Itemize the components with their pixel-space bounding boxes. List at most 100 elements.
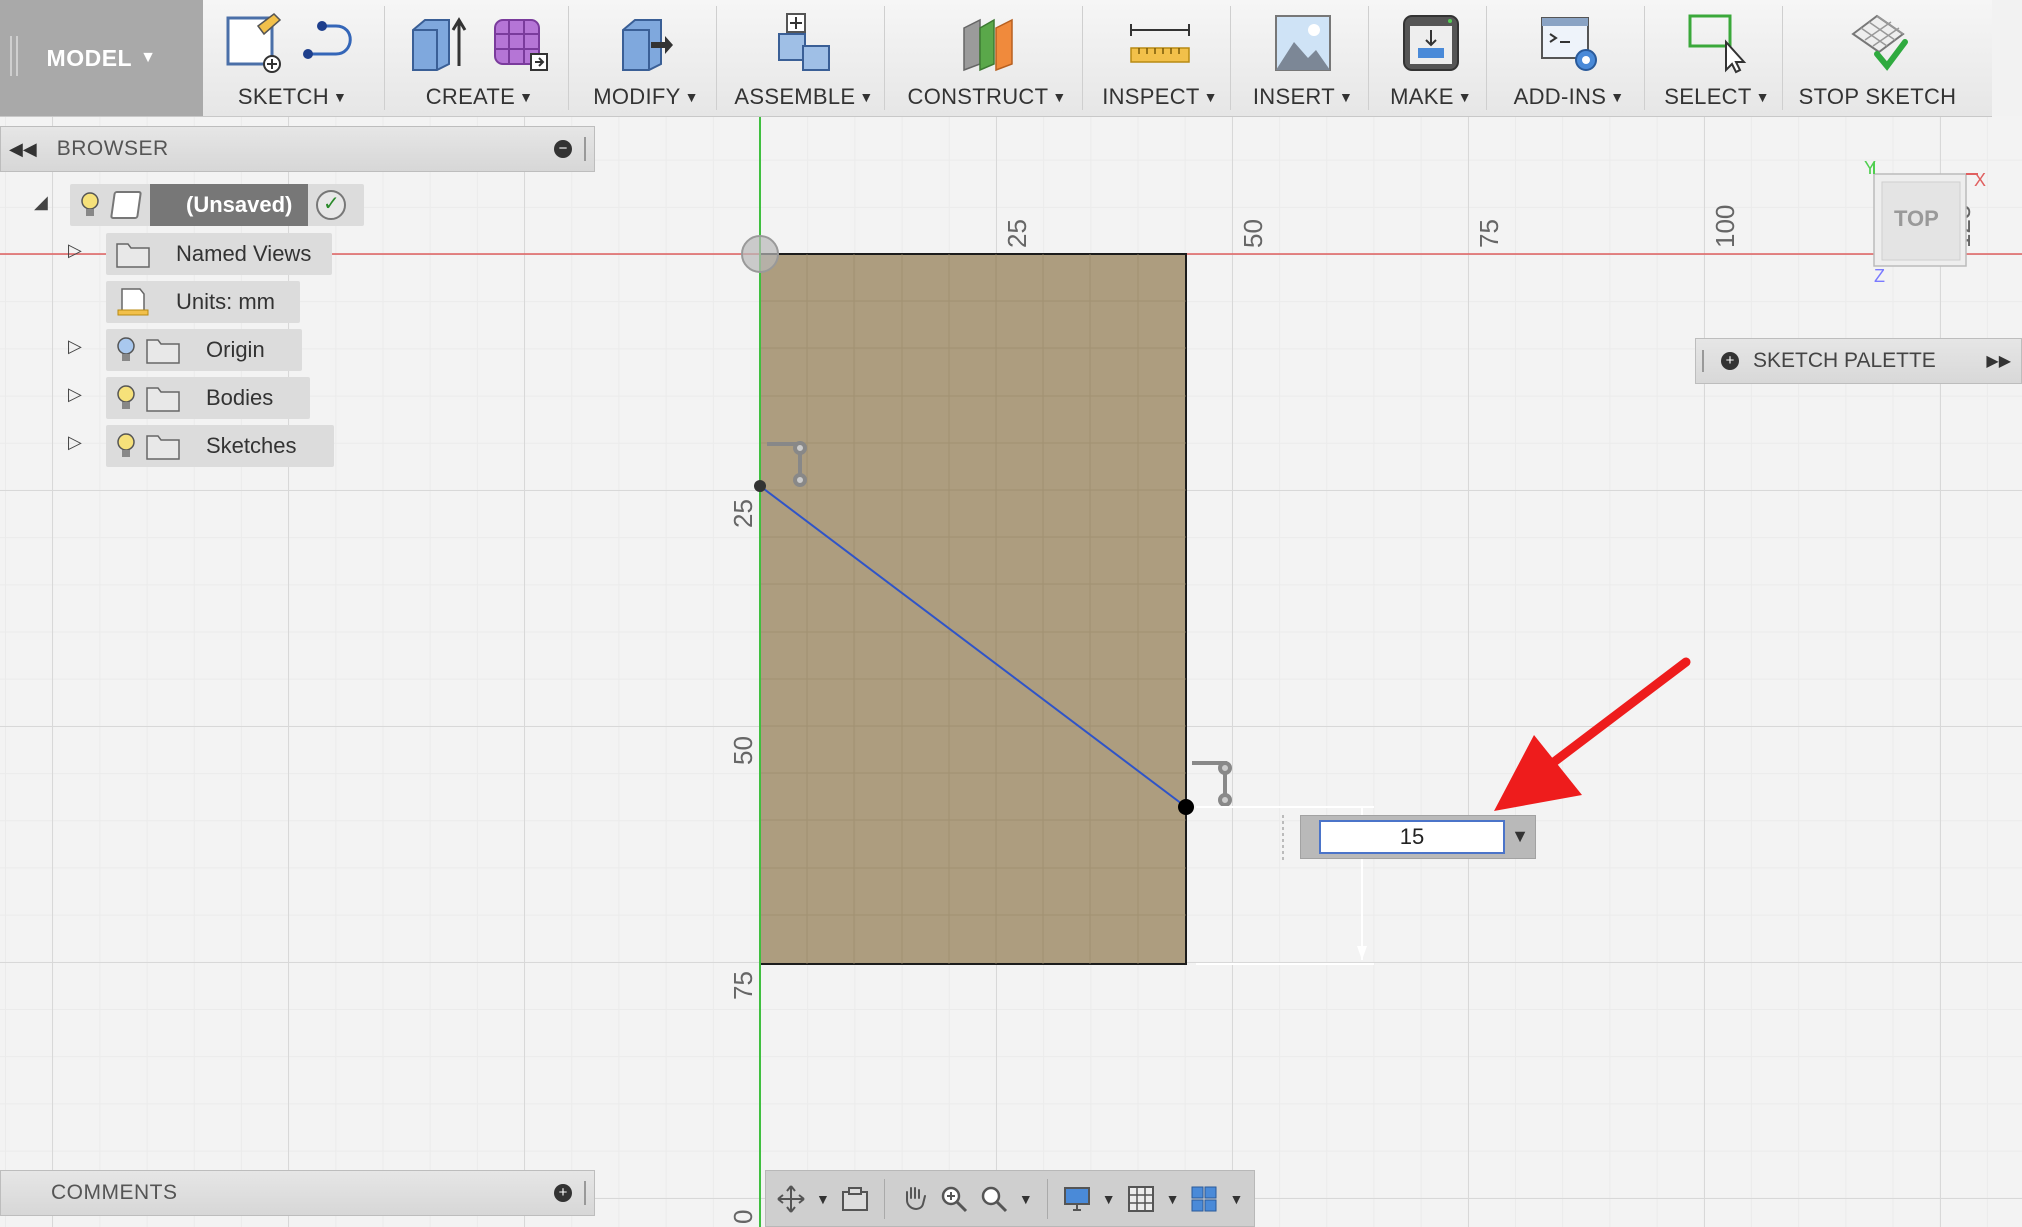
browser-root-item[interactable]: (Unsaved) ✓	[70, 184, 364, 226]
units-document-icon	[117, 288, 149, 316]
visibility-bulb-icon[interactable]	[116, 432, 136, 460]
dimension-value-input[interactable]	[1319, 820, 1505, 854]
line-end-point[interactable]	[1178, 799, 1194, 815]
toolbar-group-sketch[interactable]: SKETCH ▼	[210, 0, 375, 116]
chevron-down-icon[interactable]: ▼	[1102, 1191, 1116, 1207]
chevron-down-icon[interactable]: ▼	[1019, 1191, 1033, 1207]
ruler-v-0: 0	[728, 1210, 758, 1224]
toolbar-group-make[interactable]: MAKE ▼	[1376, 0, 1486, 116]
browser-panel-header[interactable]: ◀◀ BROWSER −	[0, 126, 595, 172]
origin-point[interactable]	[741, 235, 779, 273]
chevron-down-icon: ▼	[684, 89, 699, 105]
insert-image-icon[interactable]	[1272, 12, 1334, 74]
sketch-palette-header[interactable]: + SKETCH PALETTE ▶▶	[1695, 338, 2022, 384]
browser-item-units[interactable]: Units: mm	[106, 281, 300, 323]
workspace-mode-button[interactable]: MODEL ▼	[0, 0, 203, 116]
make-menu-label: MAKE	[1390, 84, 1454, 109]
modify-menu-label: MODIFY	[593, 84, 681, 109]
inspect-menu-label: INSPECT	[1102, 84, 1200, 109]
chevron-down-icon[interactable]: ▼	[1229, 1191, 1243, 1207]
line-tool-icon[interactable]	[302, 12, 364, 74]
expand-sketches-icon[interactable]: ▷	[68, 432, 82, 453]
toolbar-group-select[interactable]: SELECT ▼	[1652, 0, 1782, 116]
insert-menu-label: INSERT	[1252, 84, 1335, 109]
browser-item-bodies[interactable]: Bodies	[106, 377, 310, 419]
offset-plane-icon[interactable]	[956, 12, 1018, 74]
coincident-constraint-icon	[1192, 761, 1232, 807]
zoom-window-icon[interactable]	[979, 1184, 1009, 1214]
comments-panel-header[interactable]: COMMENTS +	[0, 1170, 595, 1216]
chevron-down-icon: ▼	[1338, 89, 1354, 105]
toolbar-group-modify[interactable]: MODIFY ▼	[576, 0, 716, 116]
chevron-down-icon[interactable]: ▼	[816, 1191, 830, 1207]
dimension-input-box: ▼	[1300, 815, 1536, 859]
chevron-down-icon: ▼	[1052, 89, 1067, 105]
look-at-icon[interactable]	[840, 1184, 870, 1214]
orbit-icon[interactable]	[776, 1184, 806, 1214]
viewcube-face-top[interactable]: TOP	[1894, 206, 1939, 232]
folder-icon	[146, 435, 180, 460]
viewcube-x-label: X	[1974, 170, 1987, 190]
select-cursor-icon[interactable]	[1686, 12, 1748, 74]
extrude-icon[interactable]	[409, 12, 471, 74]
visibility-bulb-icon[interactable]	[116, 336, 136, 364]
expand-origin-icon[interactable]: ▷	[68, 336, 82, 357]
scripts-addins-icon[interactable]	[1538, 12, 1600, 74]
viewports-icon[interactable]	[1189, 1184, 1219, 1214]
toolbar-group-inspect[interactable]: INSPECT ▼	[1090, 0, 1230, 116]
expand-palette-icon[interactable]: +	[1721, 352, 1739, 370]
sketch-body[interactable]	[759, 253, 1187, 965]
measure-icon[interactable]	[1129, 12, 1191, 74]
visibility-bulb-icon[interactable]	[116, 384, 136, 412]
chevron-down-icon: ▼	[1610, 89, 1625, 105]
ruler-h-25: 25	[1002, 219, 1032, 248]
ruler-h-75: 75	[1474, 219, 1504, 248]
root-component-label: (Unsaved)	[150, 184, 309, 226]
minimize-icon[interactable]: −	[554, 140, 572, 158]
viewcube[interactable]: TOP Y X Z	[1864, 158, 1986, 286]
folder-icon	[146, 339, 180, 364]
add-comment-icon[interactable]: +	[554, 1184, 572, 1202]
new-component-icon[interactable]	[773, 12, 835, 74]
pan-hand-icon[interactable]	[899, 1184, 929, 1214]
line-start-point[interactable]	[754, 480, 766, 492]
expand-named-views-icon[interactable]: ▷	[68, 240, 82, 261]
addins-menu-label: ADD-INS	[1513, 84, 1607, 109]
collapse-panel-icon[interactable]: ◀◀	[9, 139, 37, 160]
browser-item-origin[interactable]: Origin	[106, 329, 302, 371]
activate-check-icon[interactable]: ✓	[316, 190, 347, 220]
assemble-menu-label: ASSEMBLE	[734, 84, 856, 109]
ruler-v-25: 25	[728, 499, 758, 528]
toolbar-group-construct[interactable]: CONSTRUCT ▼	[892, 0, 1082, 116]
browser-item-named-views[interactable]: Named Views	[106, 233, 332, 275]
ruler-v-50: 50	[728, 736, 758, 765]
toolbar-group-create[interactable]: CREATE ▼	[392, 0, 567, 116]
display-settings-icon[interactable]	[1062, 1184, 1092, 1214]
press-pull-icon[interactable]	[615, 12, 677, 74]
expand-root-icon[interactable]: ◢	[34, 192, 48, 213]
expand-bodies-icon[interactable]: ▷	[68, 384, 82, 405]
toolbar-group-insert[interactable]: INSERT ▼	[1238, 0, 1368, 116]
browser-item-sketches[interactable]: Sketches	[106, 425, 334, 467]
chevron-down-icon: ▼	[859, 89, 874, 105]
form-icon[interactable]	[489, 12, 551, 74]
toolbar-group-addins[interactable]: ADD-INS ▼	[1494, 0, 1644, 116]
3d-print-icon[interactable]	[1400, 12, 1462, 74]
create-sketch-icon[interactable]	[222, 12, 284, 74]
visibility-bulb-icon[interactable]	[80, 191, 100, 219]
stop-sketch-button[interactable]: STOP SKETCH	[1790, 0, 1965, 116]
toolbar-group-assemble[interactable]: ASSEMBLE ▼	[724, 0, 884, 116]
red-arrow-annotation	[1494, 657, 1691, 811]
folder-icon	[116, 243, 150, 268]
sketches-label: Sketches	[206, 433, 297, 458]
chevron-down-icon: ▼	[1457, 89, 1472, 105]
grid-settings-icon[interactable]	[1126, 1184, 1156, 1214]
zoom-icon[interactable]	[939, 1184, 969, 1214]
stop-sketch-label: STOP SKETCH	[1798, 84, 1957, 109]
expand-right-icon[interactable]: ▶▶	[1986, 351, 2011, 371]
chevron-down-icon[interactable]: ▼	[1511, 826, 1529, 847]
chevron-down-icon[interactable]: ▼	[1166, 1191, 1180, 1207]
comments-title: COMMENTS	[51, 1181, 178, 1204]
finish-sketch-icon[interactable]	[1847, 12, 1909, 74]
browser-title: BROWSER	[56, 137, 169, 160]
